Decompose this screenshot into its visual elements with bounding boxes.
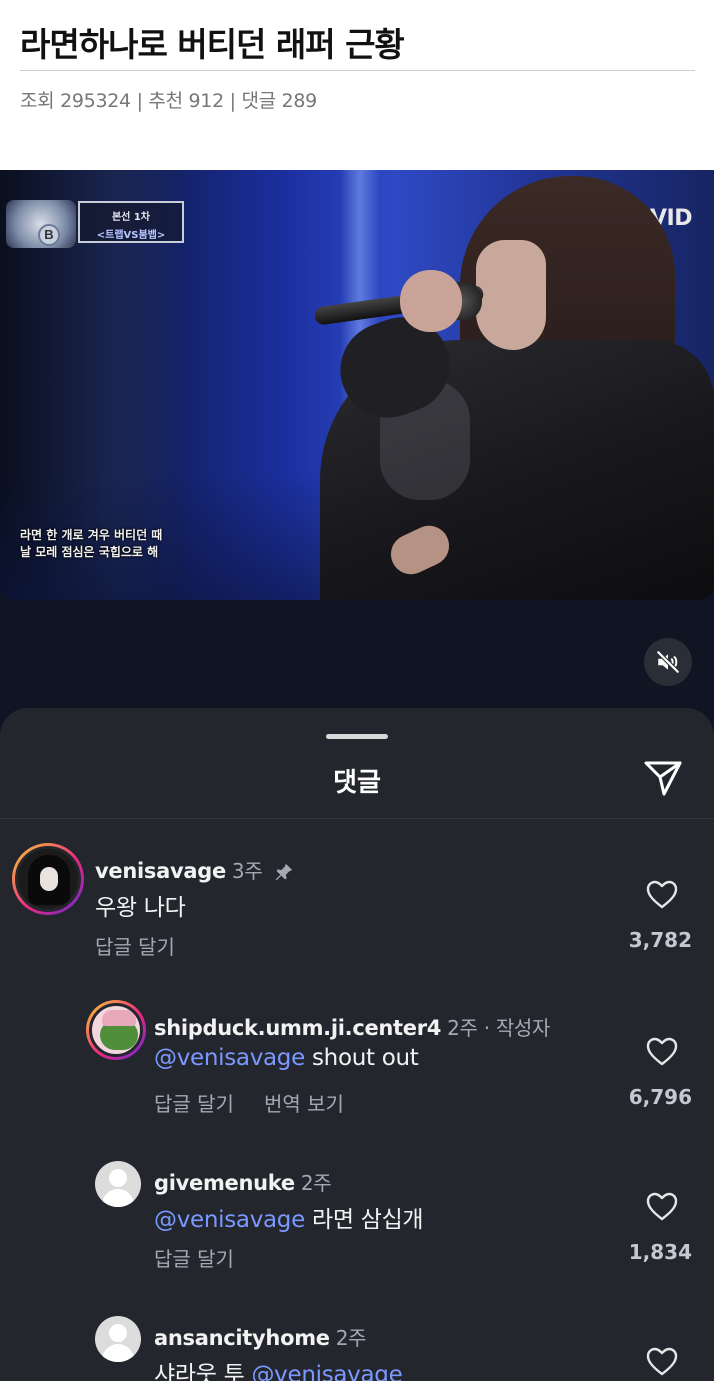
sheet-drag-handle[interactable] xyxy=(326,734,388,739)
comment-text: 우왕 나다 xyxy=(95,895,186,921)
heart-icon[interactable] xyxy=(646,1037,678,1067)
comment-username[interactable]: ansancityhome 2주 xyxy=(154,1322,367,1351)
comments-title: 댓글 xyxy=(333,768,381,798)
round-caption-line1: 본선 1차 xyxy=(111,212,151,223)
avatar[interactable] xyxy=(12,843,84,915)
comment-item: givemenuke 2주 @venisavage 라면 삼십개 답글 달기 1,… xyxy=(0,1145,714,1285)
comment-item: ansancityhome 2주 샤라웃 투 @venisavage xyxy=(0,1300,714,1381)
performer-face xyxy=(476,240,546,350)
username-text[interactable]: givemenuke xyxy=(154,1171,295,1195)
comment-text: @venisavage 라면 삼십개 xyxy=(154,1200,424,1234)
comment-time: 2주 xyxy=(300,1171,332,1195)
like-count: 6,796 xyxy=(628,1085,692,1109)
bitcoin-coin-icon: B xyxy=(38,224,60,246)
round-caption-line2: <트랩VS붐뱁> xyxy=(96,230,166,241)
mute-button[interactable] xyxy=(644,638,692,686)
video-player[interactable]: B 본선 1차 <트랩VS붐뱁> VIVID 라면 한 개로 겨우 버티던 때 … xyxy=(0,170,714,600)
heart-icon[interactable] xyxy=(646,1347,678,1377)
reply-button[interactable]: 답글 달기 xyxy=(95,935,175,959)
comment-actions: 답글 달기 번역 보기 xyxy=(154,1088,344,1117)
round-caption: 본선 1차 <트랩VS붐뱁> xyxy=(78,201,184,243)
comment-item: venisavage 3주 우왕 나다 답글 달기 3,782 xyxy=(0,833,714,973)
video-subtitle: 라면 한 개로 겨우 버티던 때 날 모레 점심은 국힙으로 해 xyxy=(20,527,162,561)
comment-username[interactable]: givemenuke 2주 xyxy=(154,1167,332,1196)
embedded-screenshot: B 본선 1차 <트랩VS붐뱁> VIVID 라면 한 개로 겨우 버티던 때 … xyxy=(0,170,714,1381)
comment-time: 3주 xyxy=(231,859,263,883)
avatar[interactable] xyxy=(95,1316,141,1362)
comment-time: 2주 · 작성자 xyxy=(447,1016,551,1040)
mention-link[interactable]: @venisavage xyxy=(154,1207,305,1233)
post-meta: 조회 295324 | 추천 912 | 댓글 289 xyxy=(20,90,317,112)
mention-link[interactable]: @venisavage xyxy=(154,1045,305,1071)
reply-button[interactable]: 답글 달기 xyxy=(154,1247,234,1271)
username-text[interactable]: venisavage xyxy=(95,859,226,883)
comments-sheet: 댓글 venisavage 3주 우왕 나다 답글 달기 3,782 shipd… xyxy=(0,708,714,1381)
comment-body: shout out xyxy=(304,1045,419,1071)
subtitle-line1: 라면 한 개로 겨우 버티던 때 xyxy=(20,528,163,542)
translate-button[interactable]: 번역 보기 xyxy=(264,1092,344,1116)
sheet-divider xyxy=(0,818,714,819)
comment-time: 2주 xyxy=(335,1326,367,1350)
comment-item: shipduck.umm.ji.center4 2주 · 작성자 @venisav… xyxy=(0,990,714,1130)
comment-body: 샤라웃 투 xyxy=(154,1362,252,1381)
speaker-muted-icon xyxy=(656,650,680,674)
comment-actions: 답글 달기 xyxy=(95,931,175,960)
avatar[interactable] xyxy=(95,1161,141,1207)
paper-plane-icon[interactable] xyxy=(642,758,684,798)
username-text[interactable]: ansancityhome xyxy=(154,1326,330,1350)
post-title: 라면하나로 버티던 래퍼 근황 xyxy=(20,25,405,64)
post-divider xyxy=(20,70,695,71)
comment-username[interactable]: venisavage 3주 xyxy=(95,855,295,884)
heart-icon[interactable] xyxy=(646,880,678,910)
username-text[interactable]: shipduck.umm.ji.center4 xyxy=(154,1016,441,1040)
like-count: 1,834 xyxy=(628,1240,692,1264)
heart-icon[interactable] xyxy=(646,1192,678,1222)
performer-hand xyxy=(400,270,462,332)
reply-button[interactable]: 답글 달기 xyxy=(154,1092,234,1116)
like-count: 3,782 xyxy=(628,928,692,952)
pin-icon xyxy=(276,863,293,881)
comment-text: @venisavage shout out xyxy=(154,1045,419,1071)
comment-body: 라면 삼십개 xyxy=(304,1207,424,1233)
comment-actions: 답글 달기 xyxy=(154,1243,234,1272)
subtitle-line2: 날 모레 점심은 국힙으로 해 xyxy=(20,545,159,559)
comment-text: 샤라웃 투 @venisavage xyxy=(154,1355,403,1381)
mention-link[interactable]: @venisavage xyxy=(251,1362,402,1381)
avatar[interactable] xyxy=(86,1000,146,1060)
comment-username[interactable]: shipduck.umm.ji.center4 2주 · 작성자 xyxy=(154,1012,550,1041)
